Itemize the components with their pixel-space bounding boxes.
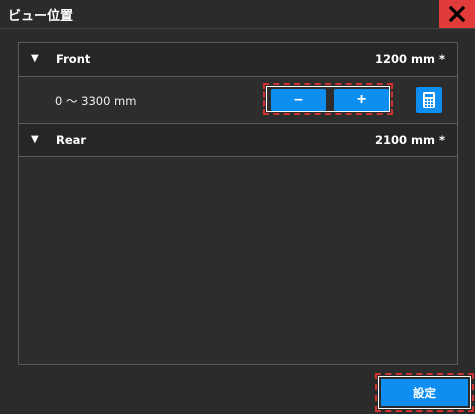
close-icon: [448, 5, 466, 23]
calculator-icon: [423, 92, 435, 108]
stepper-highlight: – +: [263, 83, 393, 115]
increase-button[interactable]: +: [334, 89, 389, 111]
view-position-dialog: ビュー位置 ▼ Front 1200 mm * 0 ～ 3300 mm – +: [0, 0, 475, 414]
front-label: Front: [56, 52, 91, 66]
front-section-header[interactable]: ▼ Front 1200 mm *: [19, 43, 457, 77]
set-button-highlight: 設定: [375, 373, 474, 412]
rear-value: 2100 mm *: [375, 133, 445, 147]
title-bar: ビュー位置: [0, 0, 475, 29]
window-title: ビュー位置: [8, 9, 74, 24]
collapse-triangle-icon: ▼: [31, 53, 39, 64]
calculator-button[interactable]: [416, 87, 442, 113]
front-value: 1200 mm *: [375, 52, 445, 66]
set-button[interactable]: 設定: [381, 379, 468, 406]
decrease-button[interactable]: –: [271, 89, 326, 111]
close-button[interactable]: [439, 0, 475, 28]
front-range-text: 0 ～ 3300 mm: [55, 94, 137, 108]
collapse-triangle-icon: ▼: [31, 134, 39, 145]
front-section-body: 0 ～ 3300 mm – +: [19, 77, 457, 123]
settings-panel: ▼ Front 1200 mm * 0 ～ 3300 mm – + ▼ Rear…: [18, 42, 458, 365]
rear-label: Rear: [56, 133, 87, 147]
rear-section-header[interactable]: ▼ Rear 2100 mm *: [19, 123, 457, 157]
